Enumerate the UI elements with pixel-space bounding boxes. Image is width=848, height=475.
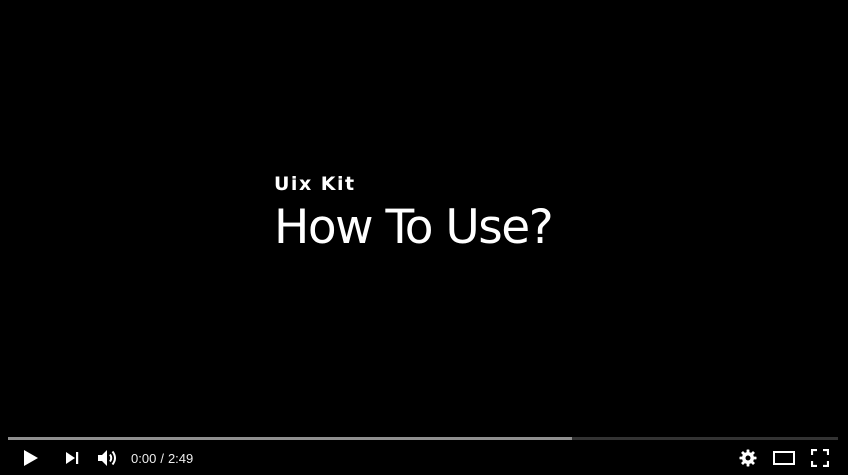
progress-buffered bbox=[8, 437, 572, 440]
video-subtitle: Uix Kit bbox=[274, 173, 356, 195]
time-display: 0:00 / 2:49 bbox=[131, 441, 193, 475]
video-title: How To Use? bbox=[274, 200, 554, 255]
fullscreen-icon bbox=[811, 449, 829, 467]
video-title-card: Uix Kit How To Use? bbox=[274, 172, 554, 257]
next-icon bbox=[66, 452, 79, 464]
time-separator: / bbox=[160, 450, 164, 466]
volume-icon bbox=[98, 450, 116, 466]
play-button[interactable] bbox=[18, 441, 44, 475]
current-time: 0:00 bbox=[131, 450, 157, 466]
duration: 2:49 bbox=[167, 450, 194, 466]
settings-button[interactable] bbox=[736, 441, 760, 475]
progress-track bbox=[8, 437, 838, 440]
control-bar: 0:00 / 2:49 bbox=[0, 441, 848, 475]
fullscreen-button[interactable] bbox=[808, 441, 832, 475]
volume-button[interactable] bbox=[95, 441, 121, 475]
next-button[interactable] bbox=[60, 441, 84, 475]
theater-mode-icon bbox=[773, 451, 795, 465]
gear-icon bbox=[739, 449, 757, 467]
play-icon bbox=[24, 450, 38, 466]
theater-mode-button[interactable] bbox=[771, 441, 797, 475]
video-player: Uix Kit How To Use? 0:00 / 2:49 bbox=[0, 0, 848, 475]
video-frame[interactable]: Uix Kit How To Use? bbox=[0, 0, 848, 436]
